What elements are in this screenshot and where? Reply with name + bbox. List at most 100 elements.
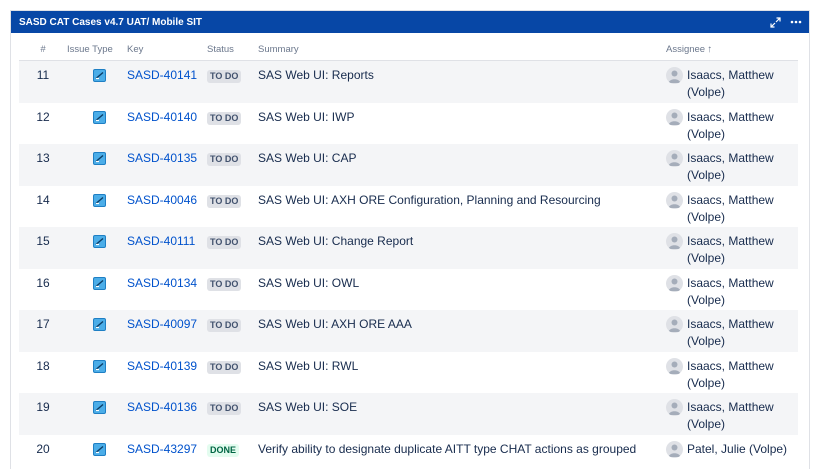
issue-key-link[interactable]: SASD-40046 [127,193,197,207]
story-type-icon [93,69,106,82]
assignee-name-suffix: (Volpe) [687,251,725,265]
column-header-assignee[interactable]: Assignee↑ [666,38,798,61]
avatar [666,150,683,167]
assignee-name-suffix: (Volpe) [687,334,725,348]
assignee-name: Isaacs, Matthew [687,359,774,373]
assignee-cell: Isaacs, Matthew(Volpe) [666,393,798,433]
assignee-name-suffix: (Volpe) [687,210,725,224]
avatar [666,109,683,126]
table-row: 17 SASD-40097 TO DO SAS Web UI: AXH ORE … [19,310,798,352]
column-header-key[interactable]: Key [125,38,207,61]
assignee-name-suffix: (Volpe) [687,417,725,431]
issue-key-link[interactable]: SASD-40134 [127,276,197,290]
avatar [666,441,683,458]
table-row: 16 SASD-40134 TO DO SAS Web UI: OWL Isaa… [19,269,798,311]
row-number: 11 [19,61,67,84]
assignee-name: Isaacs, Matthew [687,234,774,248]
table-row: 18 SASD-40139 TO DO SAS Web UI: RWL Isaa… [19,352,798,394]
assignee-cell: Isaacs, Matthew(Volpe) [666,269,798,309]
status-lozenge: TO DO [207,153,241,166]
status-lozenge: TO DO [207,70,241,83]
avatar [666,358,683,375]
status-lozenge: TO DO [207,278,241,291]
assignee-cell: Isaacs, Matthew (Volpe) [666,310,798,350]
column-header-assignee-label: Assignee [666,44,705,55]
issue-key-link[interactable]: SASD-40135 [127,151,197,165]
issue-key-link[interactable]: SASD-40111 [127,234,195,248]
story-type-icon [93,152,106,165]
assignee-cell: Patel, Julie (Volpe) [666,435,798,458]
row-number: 14 [19,186,67,209]
assignee-cell: Isaacs, Matthew (Volpe) [666,352,798,392]
row-number: 12 [19,103,67,126]
column-header-key-label: Key [127,44,143,55]
status-lozenge: TO DO [207,112,241,125]
assignee-name-suffix: (Volpe) [687,376,725,390]
issue-key-link[interactable]: SASD-40140 [127,110,197,124]
issues-table-body: 11 SASD-40141 TO DO SAS Web UI: Reports … [19,61,798,476]
gadget-header: SASD CAT Cases v4.7 UAT/ Mobile SIT [11,11,809,33]
story-type-icon [93,194,106,207]
assignee-name: Isaacs, Matthew [687,110,774,124]
status-lozenge: TO DO [207,319,241,332]
expand-icon[interactable] [768,15,782,29]
assignee-name-suffix: (Volpe) [687,85,725,99]
assignee-cell: Isaacs, Matthew(Volpe) [666,103,798,143]
story-type-icon [93,277,106,290]
issues-table: # Issue Type Key Status Summary Assignee… [19,38,798,476]
issue-summary: SAS Web UI: AXH ORE AAA [258,310,666,333]
issue-summary: SAS Web UI: AXH ORE Configuration, Plann… [258,186,666,209]
assignee-name: Isaacs, Matthew [687,193,774,207]
issue-summary: SAS Web UI: Change Report [258,227,666,250]
column-header-issue-type[interactable]: Issue Type [67,38,125,61]
story-type-icon [93,401,106,414]
row-number: 13 [19,144,67,167]
status-lozenge: TO DO [207,195,241,208]
assignee-cell: Isaacs, Matthew(Volpe) [666,144,798,184]
assignee-name: Isaacs, Matthew [687,317,774,331]
issue-key-link[interactable]: SASD-40097 [127,317,197,331]
assignee-name: Isaacs, Matthew [687,276,774,290]
column-header-issue-type-label: Issue Type [67,44,113,55]
issue-summary: SAS Web UI: SOE [258,393,666,416]
issue-key-link[interactable]: SASD-43297 [127,442,197,456]
column-header-summary[interactable]: Summary [258,38,666,61]
column-header-summary-label: Summary [258,44,299,55]
issue-summary: SAS Web UI: RWL [258,352,666,375]
assignee-cell: Isaacs, Matthew (Volpe) [666,186,798,226]
table-row: 19 SASD-40136 TO DO SAS Web UI: SOE Isaa… [19,393,798,435]
gadget-actions [768,15,803,29]
story-type-icon [93,443,106,456]
issue-key-link[interactable]: SASD-40141 [127,68,197,82]
issue-key-link[interactable]: SASD-40136 [127,400,197,414]
story-type-icon [93,111,106,124]
avatar [666,67,683,84]
avatar [666,275,683,292]
row-number: 18 [19,352,67,375]
table-row: 20 SASD-43297 DONE Verify ability to des… [19,435,798,476]
issue-summary: SAS Web UI: Reports [258,61,666,84]
row-number: 20 [19,435,67,458]
story-type-icon [93,360,106,373]
story-type-icon [93,318,106,331]
column-header-num[interactable]: # [19,38,67,61]
status-lozenge: TO DO [207,236,241,249]
issue-key-link[interactable]: SASD-40139 [127,359,197,373]
issue-summary: SAS Web UI: OWL [258,269,666,292]
column-header-status[interactable]: Status [207,38,258,61]
more-icon[interactable] [789,15,803,29]
avatar [666,192,683,209]
status-lozenge: TO DO [207,361,241,374]
row-number: 16 [19,269,67,292]
table-row: 11 SASD-40141 TO DO SAS Web UI: Reports … [19,61,798,103]
issue-summary: SAS Web UI: IWP [258,103,666,126]
assignee-name: Patel, Julie (Volpe) [687,442,787,456]
story-type-icon [93,235,106,248]
avatar [666,316,683,333]
table-row: 14 SASD-40046 TO DO SAS Web UI: AXH ORE … [19,186,798,228]
column-header-status-label: Status [207,44,234,55]
assignee-cell: Isaacs, Matthew(Volpe) [666,61,798,101]
avatar [666,399,683,416]
table-row: 15 SASD-40111 TO DO SAS Web UI: Change R… [19,227,798,269]
assignee-name: Isaacs, Matthew [687,151,774,165]
